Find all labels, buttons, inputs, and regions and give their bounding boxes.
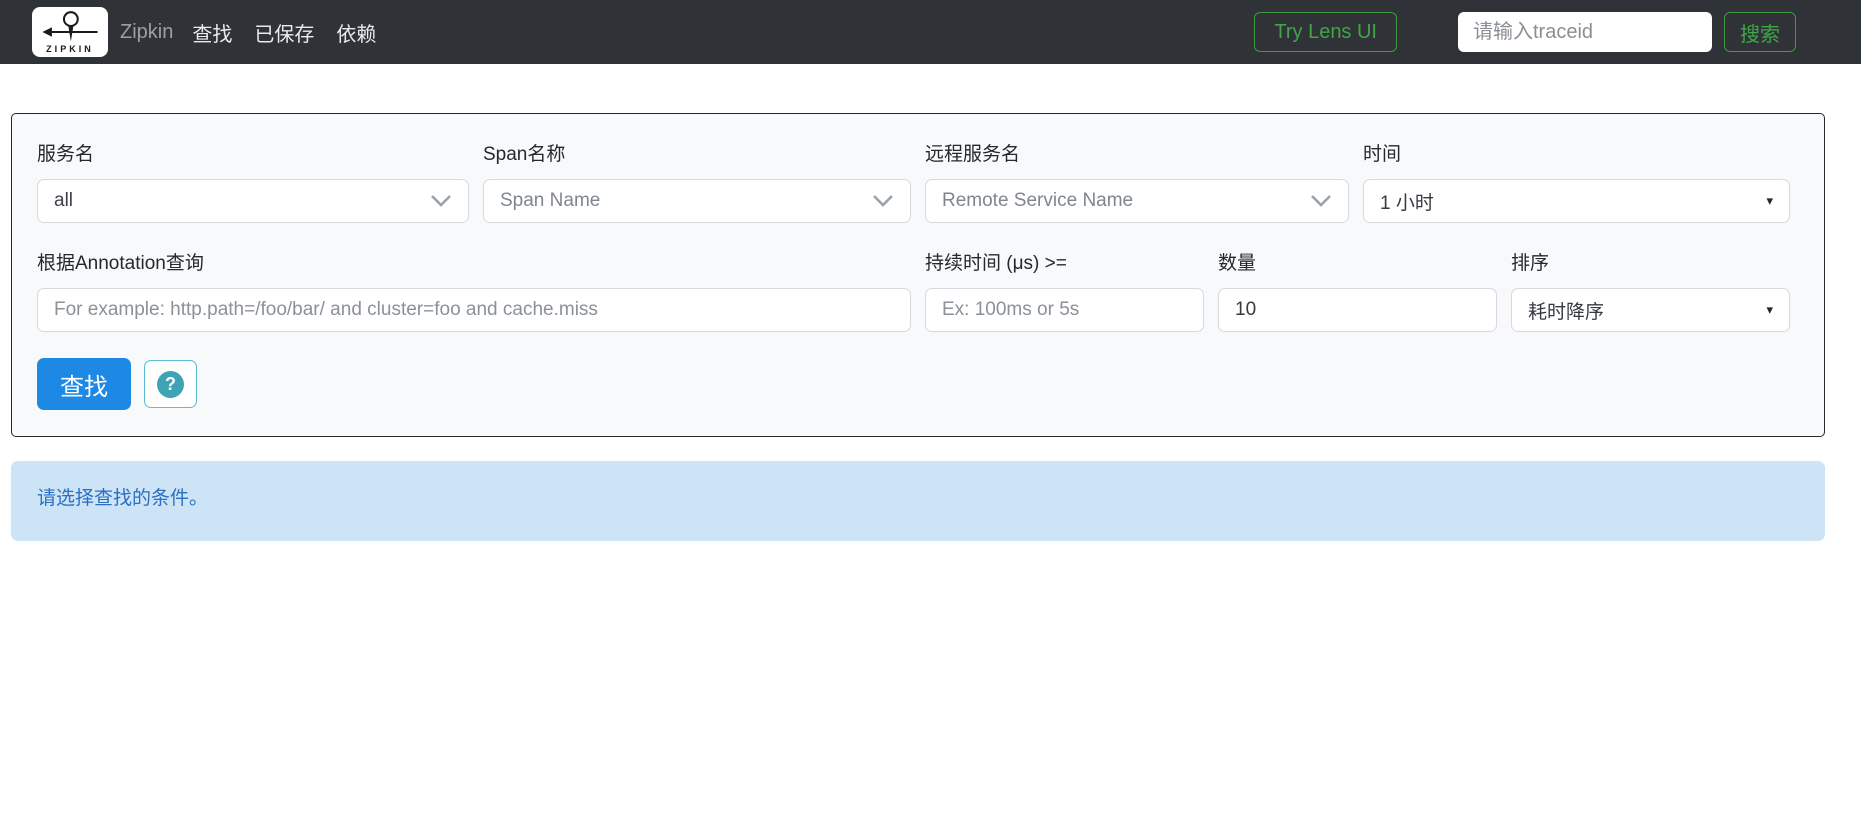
nav-item-dependencies[interactable]: 依赖 bbox=[325, 18, 387, 47]
question-circle-icon: ? bbox=[157, 370, 184, 398]
svg-text:ZIPKIN: ZIPKIN bbox=[46, 44, 94, 54]
service-name-label: 服务名 bbox=[37, 144, 95, 165]
chevron-down-icon bbox=[1310, 194, 1332, 208]
form-row-1: 服务名 all Span名称 Span Name 远程服务名 Remote Se… bbox=[37, 144, 1824, 223]
chevron-down-icon bbox=[872, 194, 894, 208]
traceid-input[interactable] bbox=[1458, 12, 1712, 52]
sort-label: 排序 bbox=[1511, 253, 1550, 274]
limit-label: 数量 bbox=[1218, 253, 1257, 274]
navbar-right: Try Lens UI 搜索 bbox=[1254, 12, 1796, 52]
lookback-label: 时间 bbox=[1363, 144, 1402, 165]
lookback-value: 1 小时 bbox=[1380, 192, 1434, 214]
span-name-select[interactable]: Span Name bbox=[483, 179, 911, 223]
duration-field: 持续时间 (μs) >= bbox=[925, 253, 1204, 332]
limit-input[interactable] bbox=[1218, 288, 1497, 332]
traceid-search-button[interactable]: 搜索 bbox=[1724, 12, 1796, 52]
sort-field: 排序 耗时降序 ▾ bbox=[1511, 253, 1790, 332]
dropdown-arrow-icon: ▾ bbox=[1766, 302, 1773, 317]
help-button[interactable]: ? bbox=[144, 360, 197, 408]
remote-service-field: 远程服务名 Remote Service Name bbox=[925, 144, 1349, 223]
nav-item-find[interactable]: 查找 bbox=[181, 18, 243, 47]
remote-service-select[interactable]: Remote Service Name bbox=[925, 179, 1349, 223]
duration-label: 持续时间 (μs) >= bbox=[925, 253, 1067, 274]
form-actions: 查找 ? bbox=[37, 358, 1824, 410]
service-name-value: all bbox=[54, 190, 74, 211]
lookback-select[interactable]: 1 小时 ▾ bbox=[1363, 179, 1790, 223]
span-name-value: Span Name bbox=[500, 190, 601, 211]
nav-links: 查找 已保存 依赖 bbox=[181, 18, 387, 47]
lookback-field: 时间 1 小时 ▾ bbox=[1363, 144, 1790, 223]
nav-item-saved[interactable]: 已保存 bbox=[243, 18, 325, 47]
zipkin-pin-icon: ZIPKIN bbox=[42, 11, 98, 54]
find-button[interactable]: 查找 bbox=[37, 358, 131, 410]
annotation-query-input[interactable] bbox=[37, 288, 911, 332]
remote-service-value: Remote Service Name bbox=[942, 190, 1134, 211]
remote-service-label: 远程服务名 bbox=[925, 144, 1021, 165]
service-name-field: 服务名 all bbox=[37, 144, 469, 223]
sort-select[interactable]: 耗时降序 ▾ bbox=[1511, 288, 1790, 332]
annotation-query-field: 根据Annotation查询 bbox=[37, 253, 911, 332]
dropdown-arrow-icon: ▾ bbox=[1766, 193, 1773, 208]
duration-input[interactable] bbox=[925, 288, 1204, 332]
try-lens-ui-button[interactable]: Try Lens UI bbox=[1254, 12, 1397, 52]
brand-title[interactable]: Zipkin bbox=[120, 21, 173, 44]
sort-value: 耗时降序 bbox=[1528, 301, 1605, 323]
form-row-2: 根据Annotation查询 持续时间 (μs) >= 数量 排序 耗时降序 ▾ bbox=[37, 253, 1824, 332]
service-name-select[interactable]: all bbox=[37, 179, 469, 223]
span-name-field: Span名称 Span Name bbox=[483, 144, 911, 223]
limit-field: 数量 bbox=[1218, 253, 1497, 332]
search-form-panel: 服务名 all Span名称 Span Name 远程服务名 Remote Se… bbox=[11, 113, 1825, 437]
annotation-query-label: 根据Annotation查询 bbox=[37, 253, 204, 274]
navbar: ZIPKIN Zipkin 查找 已保存 依赖 Try Lens UI 搜索 bbox=[0, 0, 1861, 64]
info-alert-message: 请选择查找的条件。 bbox=[37, 488, 209, 509]
zipkin-logo-icon[interactable]: ZIPKIN bbox=[32, 7, 108, 57]
info-alert: 请选择查找的条件。 bbox=[11, 461, 1825, 541]
span-name-label: Span名称 bbox=[483, 144, 566, 165]
chevron-down-icon bbox=[430, 194, 452, 208]
